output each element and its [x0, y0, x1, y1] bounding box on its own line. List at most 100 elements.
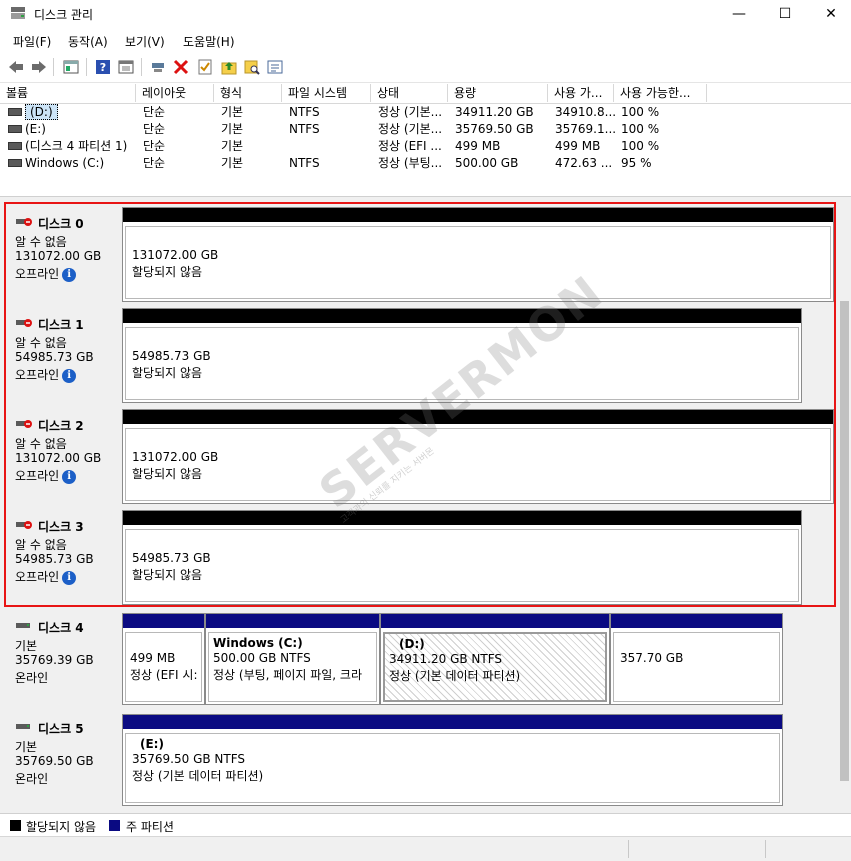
volume-status: 정상 (기본...: [378, 105, 443, 119]
menu-bar: 파일(F) 동작(A) 보기(V) 도움말(H): [0, 28, 851, 52]
column-type[interactable]: 형식: [214, 84, 282, 102]
column-filesystem[interactable]: 파일 시스템: [282, 84, 371, 102]
disk-state: 온라인: [15, 671, 49, 685]
volume-free: 499 MB: [555, 139, 601, 153]
unallocated-bar: [123, 208, 833, 222]
status-divider: [628, 840, 629, 858]
disk-size: 54985.73 GB: [15, 350, 94, 364]
check-icon[interactable]: [196, 58, 214, 76]
offline-disk-icon: [16, 319, 32, 327]
legend-primary-swatch: [109, 820, 120, 831]
disk-name: 디스크 3: [38, 520, 84, 534]
volume-status: 정상 (기본...: [378, 122, 443, 136]
disk-3-label[interactable]: 디스크 3 알 수 없음 54985.73 GB 오프라인 i: [0, 509, 118, 607]
volume-row[interactable]: (D:) 단순 기본 NTFS 정상 (기본... 34911.20 GB 34…: [0, 104, 851, 121]
menu-action[interactable]: 동작(A): [68, 33, 108, 50]
volume-free: 34910.8...: [555, 105, 617, 119]
partition-status: 정상 (기본 데이터 파티션): [132, 769, 264, 783]
disk-1-label[interactable]: 디스크 1 알 수 없음 54985.73 GB 오프라인 i: [0, 307, 118, 405]
maximize-button[interactable]: ☐: [762, 0, 808, 28]
disk-0-partition-area[interactable]: 131072.00 GB 할당되지 않음: [122, 207, 834, 302]
delete-icon[interactable]: [172, 58, 190, 76]
volume-name: (디스크 4 파티션 1): [25, 139, 128, 153]
primary-partition-bar: [123, 715, 782, 729]
unlabeled-partition[interactable]: 357.70 GB: [610, 613, 783, 705]
disk-state: 오프라인: [15, 469, 60, 483]
column-volume[interactable]: 볼륨: [0, 84, 136, 102]
volume-row[interactable]: (E:) 단순 기본 NTFS 정상 (기본... 35769.50 GB 35…: [0, 121, 851, 138]
column-free-space[interactable]: 사용 가...: [548, 84, 614, 102]
volume-icon: [8, 141, 22, 150]
disk-5-label[interactable]: 디스크 5 기본 35769.50 GB 온라인: [0, 711, 118, 809]
d-partition[interactable]: (D:) 34911.20 GB NTFS 정상 (기본 데이터 파티션): [380, 613, 610, 705]
column-capacity[interactable]: 용량: [448, 84, 548, 102]
partition-status: 할당되지 않음: [132, 467, 203, 481]
e-partition[interactable]: (E:) 35769.50 GB NTFS 정상 (기본 데이터 파티션): [122, 714, 783, 806]
volume-type: 기본: [221, 105, 244, 119]
volume-free: 35769.1...: [555, 122, 617, 136]
forward-icon[interactable]: [30, 58, 48, 76]
volume-capacity: 35769.50 GB: [455, 122, 534, 136]
unallocated-partition[interactable]: 54985.73 GB 할당되지 않음: [125, 529, 799, 602]
folder-up-icon[interactable]: [220, 58, 238, 76]
info-icon[interactable]: i: [62, 570, 77, 585]
unallocated-partition[interactable]: 131072.00 GB 할당되지 않음: [125, 428, 831, 501]
title-bar: 디스크 관리 — ☐ ✕: [0, 0, 851, 28]
connect-icon[interactable]: [149, 58, 167, 76]
unallocated-partition[interactable]: 131072.00 GB 할당되지 않음: [125, 226, 831, 299]
volume-layout: 단순: [143, 139, 166, 153]
partition-status: 할당되지 않음: [132, 568, 203, 582]
offline-disk-icon: [16, 521, 32, 529]
volume-row[interactable]: Windows (C:) 단순 기본 NTFS 정상 (부팅... 500.00…: [0, 155, 851, 172]
column-percent-free[interactable]: 사용 가능한...: [614, 84, 707, 102]
info-icon[interactable]: i: [62, 469, 77, 484]
search-folder-icon[interactable]: [243, 58, 261, 76]
partition-status: 정상 (EFI 시:: [130, 668, 198, 682]
scrollbar-thumb[interactable]: [840, 301, 849, 781]
volume-capacity: 499 MB: [455, 139, 501, 153]
column-status[interactable]: 상태: [371, 84, 448, 102]
disk-view-icon[interactable]: [62, 58, 80, 76]
efi-partition[interactable]: 499 MB 정상 (EFI 시:: [122, 613, 205, 705]
close-button[interactable]: ✕: [808, 0, 851, 28]
partition-size: 357.70 GB: [620, 651, 684, 665]
svg-text:?: ?: [100, 61, 106, 74]
disk-0-label[interactable]: 디스크 0 알 수 없음 131072.00 GB 오프라인 i: [0, 206, 118, 304]
disk-3-partition-area[interactable]: 54985.73 GB 할당되지 않음: [122, 510, 802, 605]
disk-1-partition-area[interactable]: 54985.73 GB 할당되지 않음: [122, 308, 802, 403]
toolbar: ?: [0, 52, 851, 83]
column-layout[interactable]: 레이아웃: [136, 84, 214, 102]
partition-status: 정상 (기본 데이터 파티션): [389, 669, 521, 683]
unallocated-bar: [123, 309, 801, 323]
primary-partition-bar: [123, 614, 204, 628]
partition-size: 131072.00 GB: [132, 248, 219, 262]
menu-file[interactable]: 파일(F): [13, 33, 51, 50]
graphical-view-scrollbar[interactable]: [838, 201, 851, 813]
disk-4-label[interactable]: 디스크 4 기본 35769.39 GB 온라인: [0, 610, 118, 708]
disk-2-partition-area[interactable]: 131072.00 GB 할당되지 않음: [122, 409, 834, 504]
back-icon[interactable]: [7, 58, 25, 76]
volume-row[interactable]: (디스크 4 파티션 1) 단순 기본 정상 (EFI ... 499 MB 4…: [0, 138, 851, 155]
help-icon[interactable]: ?: [94, 58, 112, 76]
partition-size: 499 MB: [130, 651, 176, 665]
volume-name: (D:): [25, 104, 58, 120]
minimize-button[interactable]: —: [716, 0, 762, 28]
disk-2-label[interactable]: 디스크 2 알 수 없음 131072.00 GB 오프라인 i: [0, 408, 118, 506]
volume-type: 기본: [221, 156, 244, 170]
volume-type: 기본: [221, 139, 244, 153]
volume-filesystem: NTFS: [289, 105, 320, 119]
menu-view[interactable]: 보기(V): [125, 33, 165, 50]
disk-icon: [16, 623, 30, 628]
volume-filesystem: NTFS: [289, 122, 320, 136]
unallocated-partition[interactable]: 54985.73 GB 할당되지 않음: [125, 327, 799, 400]
console-icon[interactable]: [117, 58, 135, 76]
info-icon[interactable]: i: [62, 267, 77, 282]
partition-size: 54985.73 GB: [132, 349, 211, 363]
volume-icon: [8, 124, 22, 133]
info-icon[interactable]: i: [62, 368, 77, 383]
properties-icon[interactable]: [266, 58, 284, 76]
menu-help[interactable]: 도움말(H): [183, 33, 235, 50]
windows-c-partition[interactable]: Windows (C:) 500.00 GB NTFS 정상 (부팅, 페이지 …: [205, 613, 380, 705]
disk-graphical-view: 디스크 0 알 수 없음 131072.00 GB 오프라인 i 131072.0…: [0, 201, 838, 813]
offline-disk-icon: [16, 420, 32, 428]
